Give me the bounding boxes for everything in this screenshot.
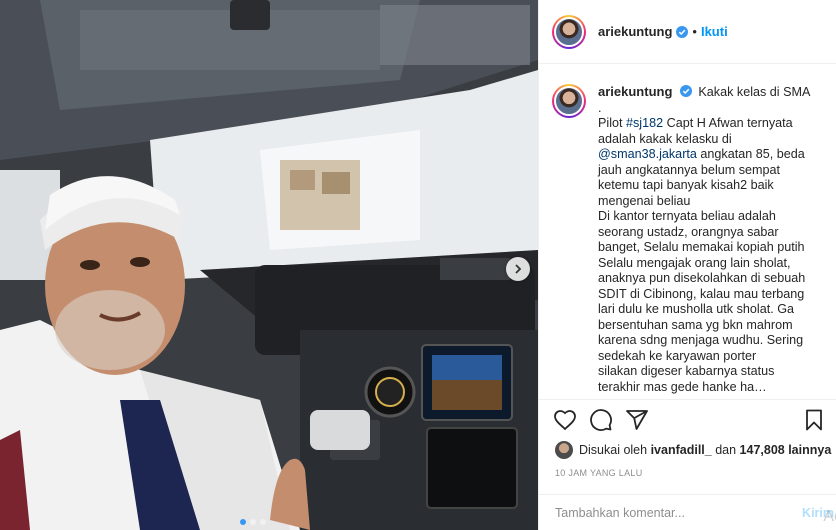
carousel-dot	[240, 519, 246, 525]
action-bar	[539, 399, 836, 439]
post-side-panel: ariekuntung • Ikuti ariekuntung Kakak ke…	[538, 0, 836, 530]
likes-summary: Disukai oleh ivanfadill_ dan 147,808 lai…	[555, 441, 831, 459]
instagram-post-window: ariekuntung • Ikuti ariekuntung Kakak ke…	[0, 0, 836, 530]
caption-segment: . Pilot	[598, 100, 623, 130]
header-separator: •	[692, 24, 697, 39]
caption-link[interactable]: @sman38.jakarta	[598, 147, 697, 161]
caption-author-username[interactable]: ariekuntung	[598, 84, 672, 99]
caption-first-line: Kakak kelas di SMA	[698, 85, 811, 99]
liked-by-prefix: Disukai oleh	[579, 443, 648, 457]
post-caption: ariekuntung Kakak kelas di SMA . Pilot #…	[539, 72, 836, 398]
carousel-dot	[260, 519, 266, 525]
caption-author-avatar[interactable]	[552, 84, 586, 118]
cockpit-selfie-image	[0, 0, 538, 530]
heart-icon[interactable]	[553, 408, 577, 432]
liker-avatar[interactable]	[555, 441, 573, 459]
comment-input[interactable]	[555, 505, 803, 520]
post-header: ariekuntung • Ikuti	[539, 0, 836, 64]
next-slide-button[interactable]	[506, 257, 530, 281]
verified-badge-icon	[679, 85, 692, 97]
carousel-indicator	[240, 519, 266, 525]
carousel-dot	[250, 519, 256, 525]
activate-windows-watermark: Ac	[823, 508, 836, 525]
chevron-right-icon	[515, 264, 522, 274]
caption-segment: angkatan 85, beda jauh angkatannya belum…	[598, 147, 806, 394]
author-avatar[interactable]	[552, 14, 586, 49]
liked-by-middle: dan	[715, 443, 737, 457]
follow-button[interactable]: Ikuti	[701, 24, 728, 39]
bookmark-icon[interactable]	[802, 408, 826, 432]
author-username[interactable]: ariekuntung	[598, 24, 672, 39]
post-timestamp[interactable]: 10 JAM YANG LALU	[555, 468, 643, 478]
post-photo[interactable]	[0, 0, 538, 530]
comment-bar: Kirim Ac	[539, 494, 836, 530]
caption-text: . Pilot #sj182 Capt H Afwan ternyata ada…	[598, 100, 806, 394]
caption-body: ariekuntung Kakak kelas di SMA . Pilot #…	[598, 84, 822, 398]
caption-link[interactable]: #sj182	[626, 116, 663, 130]
verified-badge-icon	[676, 25, 689, 38]
liked-by-count[interactable]: 147,808 lainnya	[740, 443, 832, 457]
comment-icon[interactable]	[589, 408, 613, 432]
share-icon[interactable]	[625, 408, 649, 432]
liked-by-user[interactable]: ivanfadill_	[651, 443, 712, 457]
